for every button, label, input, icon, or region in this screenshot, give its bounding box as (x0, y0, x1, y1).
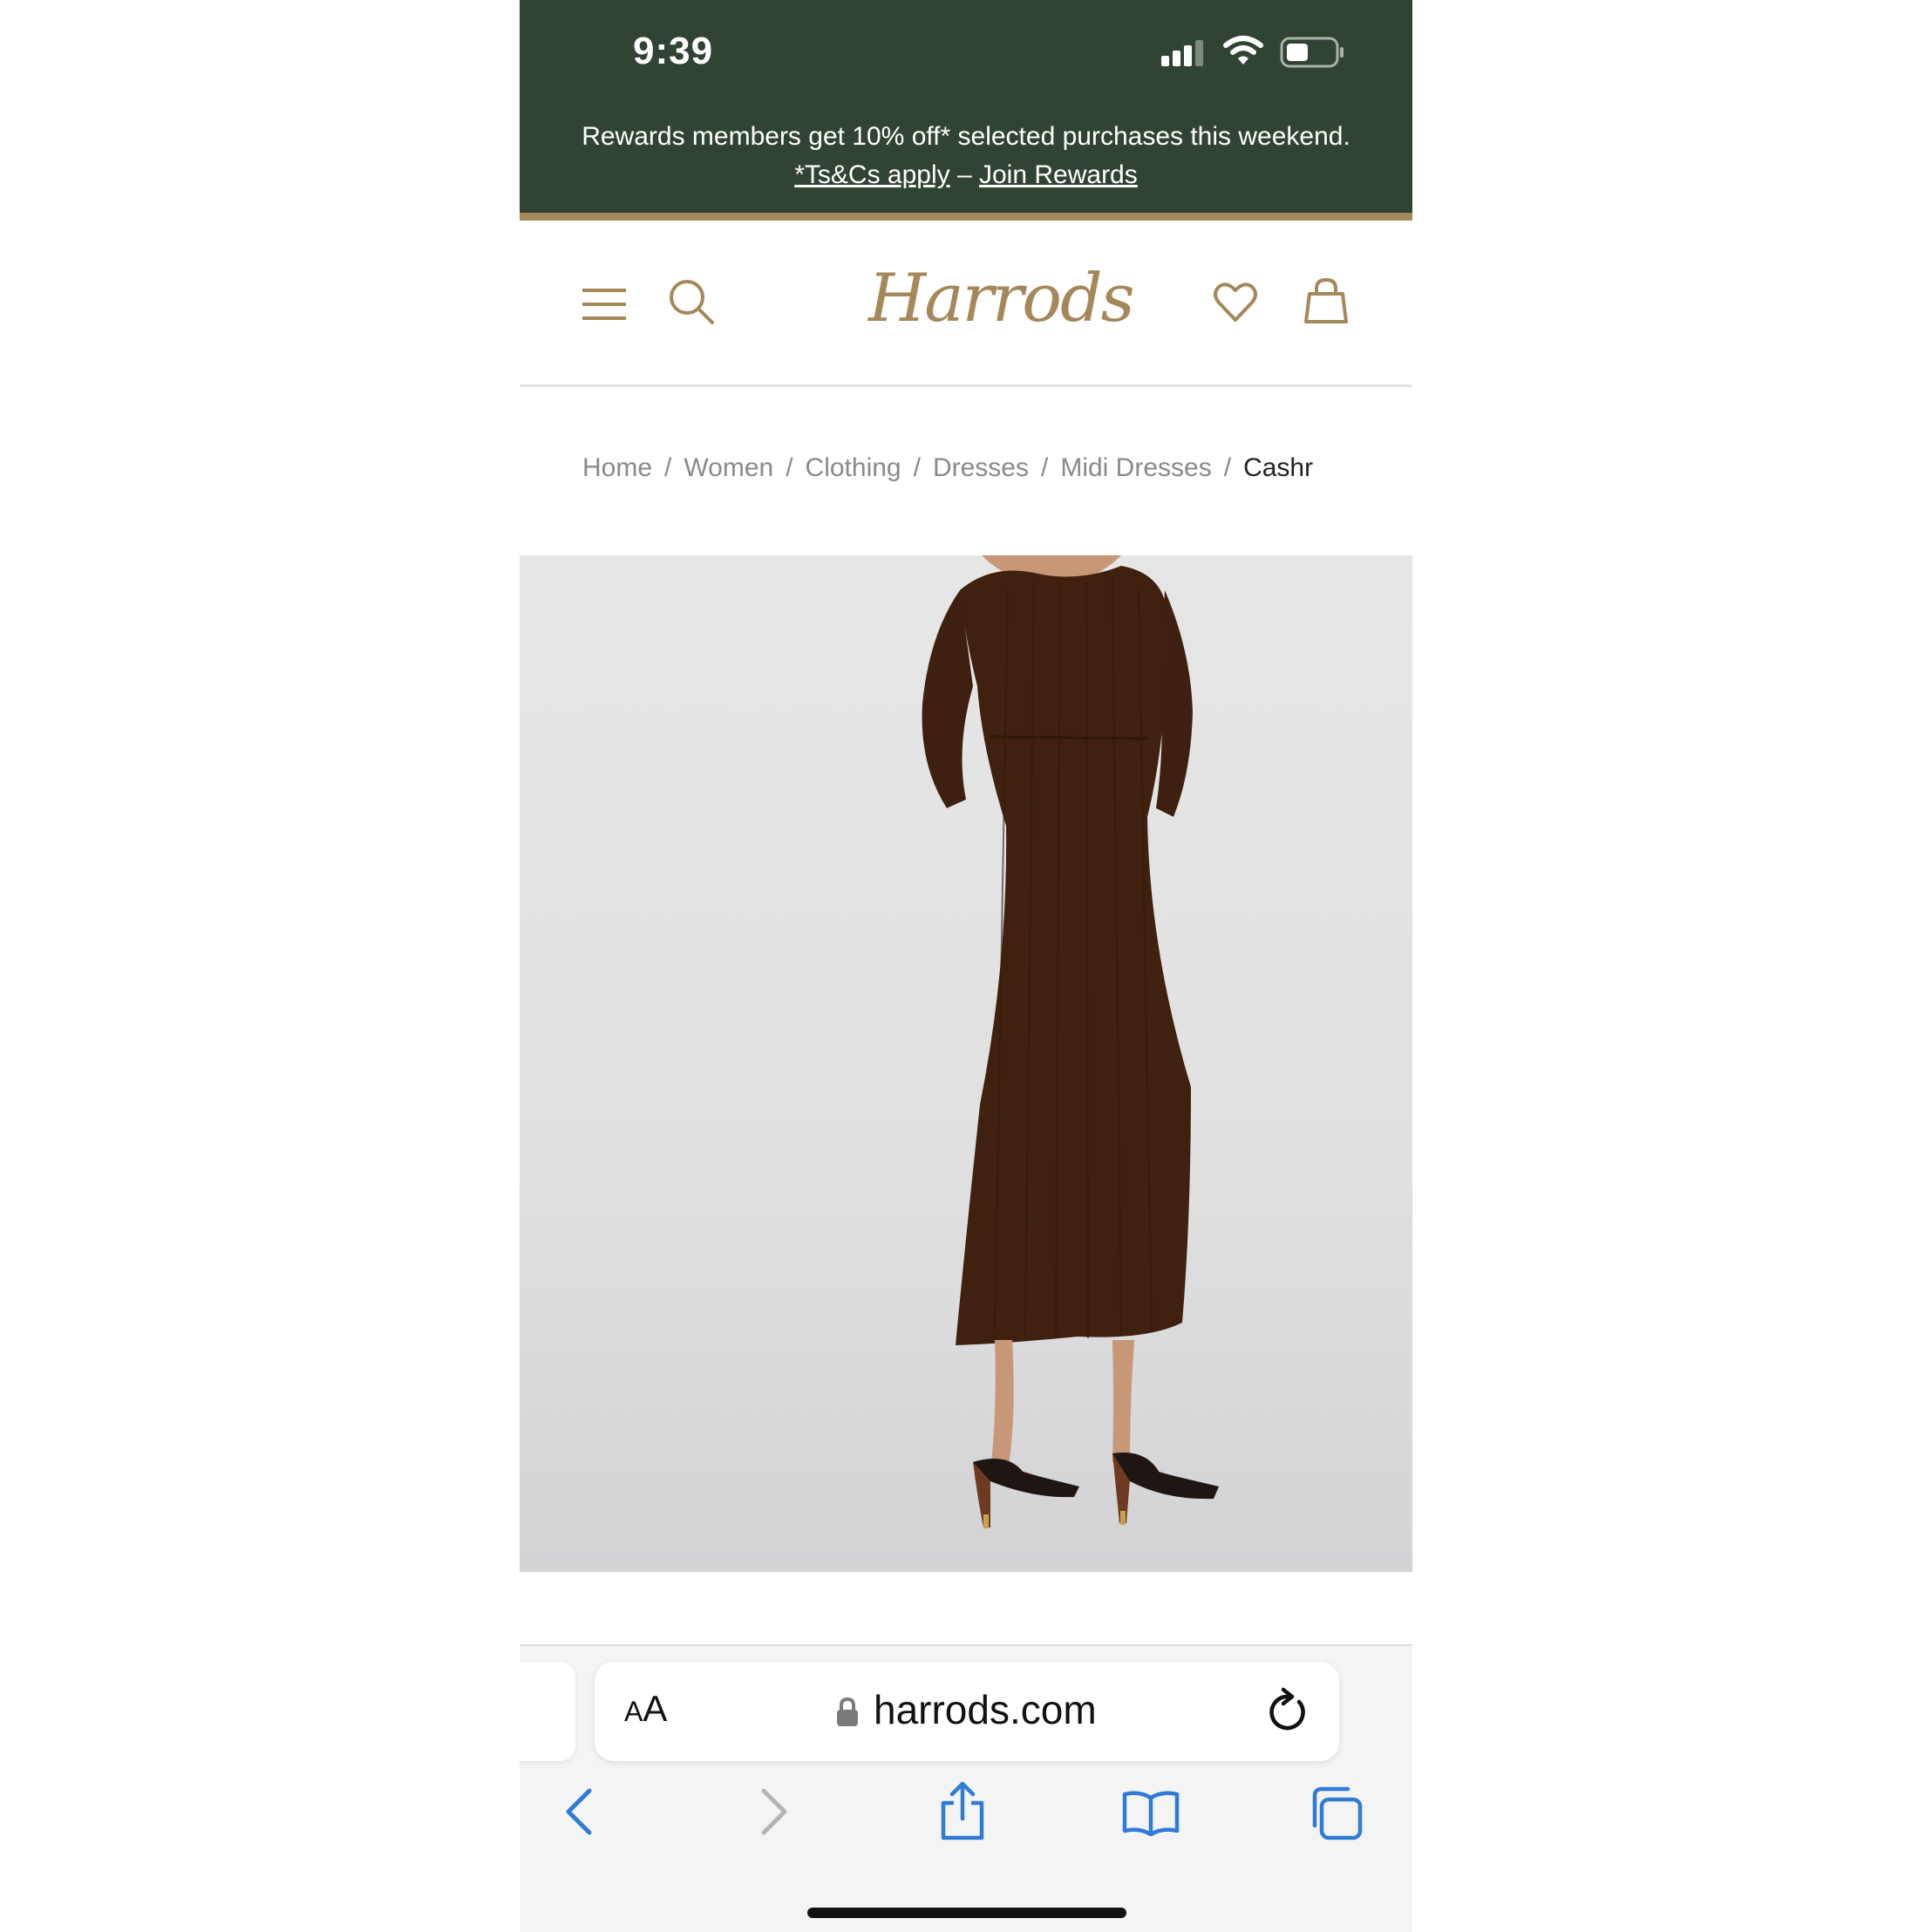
home-indicator[interactable] (807, 1908, 1126, 1918)
battery-icon (1280, 37, 1344, 68)
address-bar[interactable]: AA harrods.com (595, 1662, 1339, 1761)
lock-icon (837, 1697, 858, 1726)
text-size-button[interactable]: AA (624, 1688, 667, 1730)
status-time: 9:39 (633, 30, 714, 72)
menu-icon[interactable] (582, 287, 626, 322)
breadcrumb-separator: / (1041, 453, 1049, 482)
breadcrumb-clothing[interactable]: Clothing (806, 453, 901, 482)
breadcrumb-separator: / (913, 453, 921, 482)
promo-links: *Ts&Cs apply – Join Rewards (520, 160, 1412, 190)
wifi-icon (1223, 36, 1263, 65)
previous-tab-preview[interactable] (520, 1662, 575, 1761)
tabs-icon[interactable] (1308, 1786, 1364, 1841)
site-header: Harrods (520, 221, 1412, 386)
gold-divider (520, 213, 1412, 221)
join-rewards-link[interactable]: Join Rewards (979, 160, 1138, 189)
promo-message: Rewards members get 10% off* selected pu… (582, 122, 1350, 151)
forward-arrow-icon[interactable] (757, 1786, 792, 1838)
search-icon[interactable] (668, 278, 715, 325)
reload-icon[interactable] (1264, 1686, 1311, 1735)
header-divider (520, 384, 1412, 387)
breadcrumb-dresses[interactable]: Dresses (933, 453, 1029, 482)
text-size-small-glyph: A (624, 1696, 643, 1727)
breadcrumb-women[interactable]: Women (684, 453, 773, 482)
breadcrumb-midi-dresses[interactable]: Midi Dresses (1060, 453, 1211, 482)
promo-separator: – (949, 160, 979, 189)
browser-nav-row (520, 1781, 1412, 1855)
bag-icon[interactable] (1304, 278, 1348, 323)
breadcrumb: Home / Women / Clothing / Dresses / Midi Dresses… (582, 453, 1350, 497)
harrods-logo[interactable]: Harrods (868, 259, 1135, 337)
heart-icon[interactable] (1214, 282, 1257, 323)
phone-screen: 9:39 Rewards members get 10% off* select… (520, 0, 1412, 1932)
product-image[interactable] (520, 555, 1412, 1572)
share-icon[interactable] (938, 1780, 987, 1841)
dress-model-illustration (922, 555, 1219, 1528)
breadcrumb-current: Cashr (1243, 453, 1314, 482)
browser-toolbar: AA harrods.com (520, 1644, 1412, 1932)
breadcrumb-separator: / (1223, 453, 1232, 482)
terms-link[interactable]: *Ts&Cs apply (794, 160, 949, 189)
breadcrumb-separator: / (664, 453, 672, 482)
text-size-large-glyph: A (643, 1688, 668, 1729)
url-text: harrods.com (874, 1687, 1097, 1732)
cellular-signal-icon (1161, 40, 1203, 66)
back-arrow-icon[interactable] (561, 1786, 596, 1838)
promo-banner: 9:39 Rewards members get 10% off* select… (520, 0, 1412, 213)
breadcrumb-separator: / (786, 453, 793, 482)
breadcrumb-home[interactable]: Home (582, 453, 652, 482)
bookmarks-icon[interactable] (1121, 1789, 1180, 1836)
